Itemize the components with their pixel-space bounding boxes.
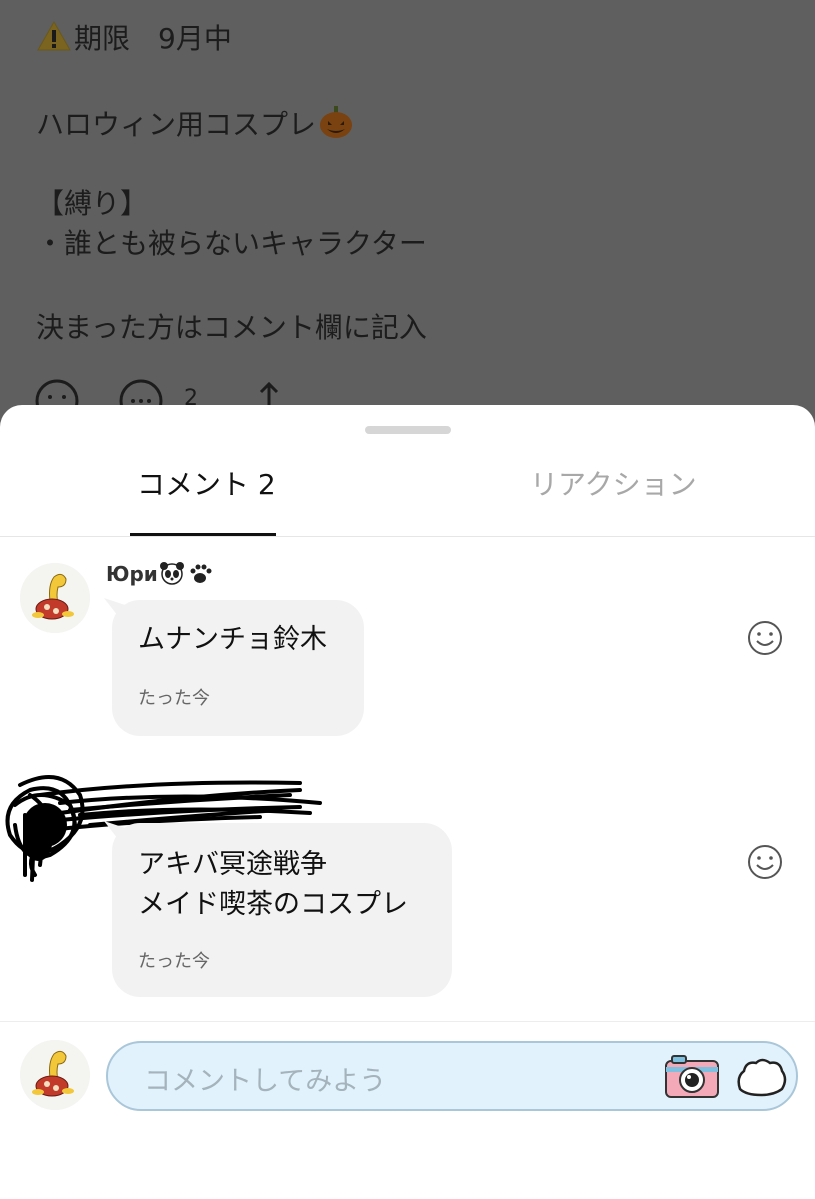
post-deadline-line: 期限 9月中 <box>36 20 232 57</box>
avatar[interactable] <box>20 563 90 633</box>
post-instruction: 決まった方はコメント欄に記入 <box>36 311 427 344</box>
comments-sheet: コメント 2 リアクション Юри ムナンチョ鈴木 たった今 アキバ冥途戦争 メ… <box>0 405 815 1199</box>
warning-icon <box>37 20 71 51</box>
stamp-icon[interactable] <box>734 1055 788 1097</box>
post-content: 期限 9月中 ハロウィン用コスプレ 【縛り】 ・誰とも被らないキャラクター 決ま… <box>0 0 815 440</box>
post-rule-item: ・誰とも被らないキャラクター <box>36 227 427 260</box>
comment-text: アキバ冥途戦争 メイド喫茶のコスプレ <box>138 849 408 920</box>
post-title: ハロウィン用コスプレ <box>36 108 317 141</box>
composer-divider <box>0 1021 815 1022</box>
comment-bubble[interactable]: アキバ冥途戦争 メイド喫茶のコスプレ たった今 <box>104 821 452 997</box>
sheet-drag-handle[interactable] <box>365 426 451 434</box>
avatar-image <box>20 563 90 633</box>
comment-input-placeholder: コメントしてみよう <box>144 1066 387 1097</box>
post-rule-heading: 【縛り】 <box>36 187 149 220</box>
username-text: Юри <box>106 562 158 586</box>
bubble-tail <box>104 598 128 616</box>
post-title-line: ハロウィン用コスプレ <box>36 104 354 143</box>
tab-divider <box>0 536 815 537</box>
tab-reactions[interactable]: リアクション <box>530 467 697 503</box>
composer-avatar <box>20 1040 90 1110</box>
comment-bubble[interactable]: ムナンチョ鈴木 たった今 <box>104 598 364 736</box>
comment-text: ムナンチョ鈴木 <box>138 624 327 655</box>
react-smile-icon[interactable] <box>746 843 784 881</box>
post-deadline: 期限 9月中 <box>74 22 232 55</box>
comment-time: たった今 <box>138 951 210 972</box>
react-smile-icon[interactable] <box>746 619 784 657</box>
comment-time: たった今 <box>138 688 210 709</box>
bubble-tail <box>104 821 128 839</box>
comment-input[interactable]: コメントしてみよう <box>106 1041 798 1111</box>
tab-comments[interactable]: コメント 2 <box>137 467 276 503</box>
camera-icon[interactable] <box>664 1053 720 1099</box>
comment-username[interactable]: Юри <box>106 562 214 586</box>
avatar-image <box>20 1040 90 1110</box>
panda-paw-icon <box>159 562 212 585</box>
pumpkin-icon <box>320 106 353 138</box>
